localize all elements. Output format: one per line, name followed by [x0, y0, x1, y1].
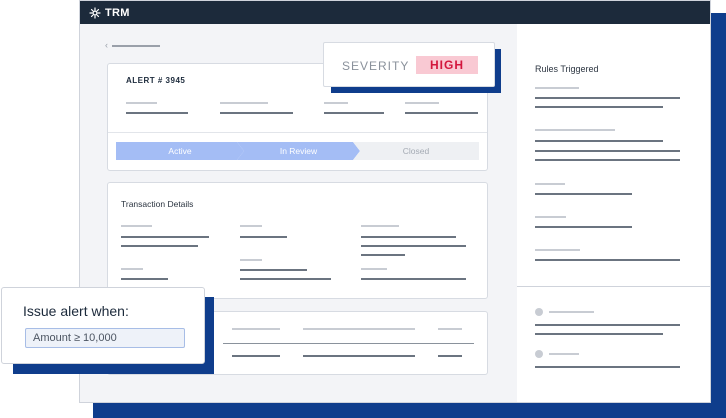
tx-field-label-placeholder [361, 225, 399, 227]
trm-logo-icon [89, 6, 101, 19]
activity-label-placeholder [549, 353, 579, 355]
alert-title: ALERT # 3945 [126, 76, 186, 85]
table-header-placeholder [438, 328, 462, 330]
tx-field-value-placeholder [240, 278, 331, 280]
rule-line-placeholder [535, 193, 632, 195]
table-cell-placeholder [303, 355, 415, 357]
rule-label-placeholder [535, 216, 566, 218]
alert-field-label-placeholder [405, 102, 439, 104]
rule-line-placeholder [535, 159, 680, 161]
tx-field-value-placeholder [121, 245, 198, 247]
table-divider [223, 343, 474, 344]
severity-label: SEVERITY [342, 59, 410, 73]
tx-field-value-placeholder [361, 245, 466, 247]
title-bar: TRM [80, 1, 710, 24]
table-cell-placeholder [438, 355, 462, 357]
rules-panel: Rules Triggered [517, 24, 710, 402]
amount-condition-input[interactable] [25, 328, 185, 348]
rule-line-placeholder [535, 150, 680, 152]
issue-alert-title: Issue alert when: [23, 303, 129, 319]
rules-triggered-title: Rules Triggered [535, 64, 599, 74]
rule-label-placeholder [535, 183, 565, 185]
rule-line-placeholder [535, 97, 680, 99]
rule-label-placeholder [535, 129, 615, 131]
rule-label-placeholder [535, 87, 579, 89]
table-header-placeholder [232, 328, 280, 330]
tx-field-value-placeholder [240, 236, 287, 238]
alert-field-value-placeholder [220, 112, 293, 114]
alert-divider [108, 132, 487, 133]
severity-badge: HIGH [416, 56, 478, 74]
rule-line-placeholder [535, 226, 632, 228]
table-header-placeholder [303, 328, 415, 330]
activity-label-placeholder [549, 311, 594, 313]
app-brand: TRM [105, 6, 130, 19]
tx-field-label-placeholder [121, 225, 152, 227]
activity-avatar-placeholder [535, 308, 543, 316]
alert-field-label-placeholder [324, 102, 348, 104]
tx-field-label-placeholder [361, 268, 387, 270]
activity-line-placeholder [535, 366, 680, 368]
step-closed[interactable]: Closed [353, 142, 479, 160]
activity-avatar-placeholder [535, 350, 543, 358]
activity-line-placeholder [535, 324, 680, 326]
transaction-details-card: Transaction Details [107, 182, 488, 299]
alert-field-value-placeholder [324, 112, 384, 114]
rule-label-placeholder [535, 249, 580, 251]
tx-field-value-placeholder [361, 236, 456, 238]
table-cell-placeholder [232, 355, 280, 357]
status-stepper: Active In Review Closed [116, 142, 479, 160]
alert-field-label-placeholder [126, 102, 157, 104]
tx-field-label-placeholder [121, 268, 143, 270]
step-active[interactable]: Active [116, 142, 244, 160]
rules-panel-divider [517, 286, 710, 287]
tx-field-label-placeholder [240, 225, 262, 227]
activity-line-placeholder [535, 333, 663, 335]
rule-line-placeholder [535, 140, 663, 142]
chevron-left-icon: ‹ [105, 40, 108, 50]
rule-line-placeholder [535, 106, 663, 108]
tx-field-value-placeholder [361, 278, 466, 280]
back-link[interactable]: ‹ [105, 41, 160, 50]
step-in-review[interactable]: In Review [237, 142, 360, 160]
back-link-placeholder [112, 44, 160, 47]
alert-field-value-placeholder [126, 112, 188, 114]
tx-field-value-placeholder [121, 278, 168, 280]
tx-field-value-placeholder [240, 269, 307, 271]
alert-field-value-placeholder [405, 112, 478, 114]
transaction-details-title: Transaction Details [121, 199, 194, 209]
tx-field-value-placeholder [361, 254, 405, 256]
alert-field-label-placeholder [220, 102, 268, 104]
rule-line-placeholder [535, 259, 680, 261]
tx-field-value-placeholder [121, 236, 209, 238]
tx-field-label-placeholder [240, 259, 262, 261]
issue-alert-card: Issue alert when: [1, 287, 205, 364]
severity-card: SEVERITY HIGH [323, 42, 495, 87]
